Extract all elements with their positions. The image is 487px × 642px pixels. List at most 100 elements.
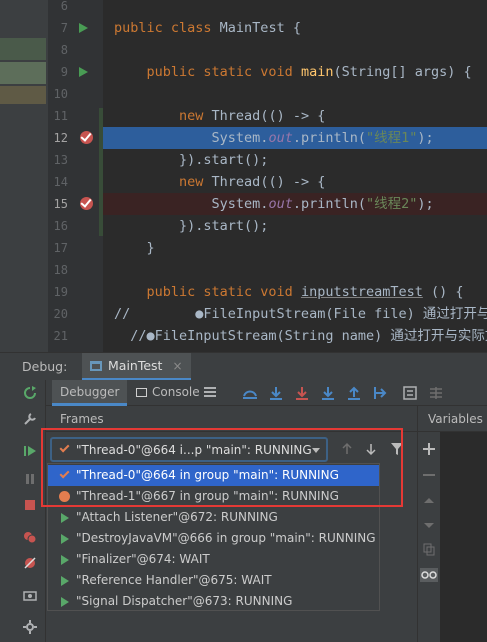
code-line[interactable] xyxy=(103,83,487,105)
breakpoint-icon[interactable] xyxy=(80,197,93,210)
thread-list-item[interactable]: "Signal Dispatcher"@673: RUNNING xyxy=(48,591,379,612)
move-down-icon[interactable] xyxy=(422,518,436,532)
view-breakpoints-icon[interactable] xyxy=(23,530,37,544)
code-token: out xyxy=(268,196,293,212)
thread-label: "Reference Handler"@675: WAIT xyxy=(76,573,272,587)
line-number: 18 xyxy=(53,263,68,277)
line-number: 7 xyxy=(60,21,68,35)
thread-list-item[interactable]: "Attach Listener"@672: RUNNING xyxy=(48,507,379,528)
code-token: ); xyxy=(417,130,434,146)
code-token: .println( xyxy=(292,196,366,212)
thread-run-icon xyxy=(61,513,69,523)
code-editor[interactable]: 6 7 public class MainTest {8 9 public stati… xyxy=(0,0,487,352)
code-line[interactable] xyxy=(103,39,487,61)
add-watch-icon[interactable] xyxy=(422,442,436,456)
code-line[interactable]: new Thread(() -> { xyxy=(103,105,487,127)
variables-title: Variables xyxy=(428,412,483,426)
thread-run-icon xyxy=(61,576,69,586)
settings-icon[interactable] xyxy=(23,620,37,634)
move-up-icon[interactable] xyxy=(422,494,436,508)
code-token: new xyxy=(114,174,212,190)
force-step-into-icon[interactable] xyxy=(320,385,336,401)
debug-session-tab[interactable]: MainTest × xyxy=(82,353,191,381)
thread-run-icon xyxy=(61,555,69,565)
show-execution-point-icon[interactable] xyxy=(242,385,258,401)
thread-run-icon xyxy=(61,534,69,544)
code-line[interactable]: // ●FileInputStream(File file) 通过打开与实 xyxy=(103,303,487,325)
code-token: (String[] args) { xyxy=(333,64,472,80)
breakpoint-icon[interactable] xyxy=(80,131,93,144)
code-line[interactable] xyxy=(103,0,487,17)
step-out-icon[interactable] xyxy=(346,385,362,401)
camera-icon[interactable] xyxy=(23,588,37,602)
resume-icon[interactable] xyxy=(23,444,37,458)
run-to-cursor-icon[interactable] xyxy=(372,385,388,401)
thread-run-icon xyxy=(61,597,69,607)
code-line[interactable]: System.out.println("线程2"); xyxy=(103,193,487,215)
thread-label: "Attach Listener"@672: RUNNING xyxy=(76,510,278,524)
variables-panel xyxy=(417,432,487,642)
code-line[interactable] xyxy=(103,259,487,281)
code-line[interactable]: } xyxy=(103,237,487,259)
code-token: Thread(() -> { xyxy=(211,174,326,190)
remove-watch-icon[interactable] xyxy=(422,468,436,482)
line-number: 12 xyxy=(53,131,68,145)
step-over-icon[interactable] xyxy=(268,385,284,401)
pause-icon[interactable] xyxy=(23,472,37,486)
code-token: new xyxy=(114,108,212,124)
line-number: 6 xyxy=(60,0,68,13)
evaluate-expression-icon[interactable] xyxy=(402,385,418,401)
code-line[interactable]: System.out.println("线程1"); xyxy=(103,127,487,149)
modify-config-icon[interactable] xyxy=(23,412,37,426)
code-line[interactable]: public static void main(String[] args) { xyxy=(103,61,487,83)
trace-icon[interactable] xyxy=(428,385,444,401)
code-token: // ●FileInputStream(File file) 通过打开与实 xyxy=(114,306,487,322)
code-line[interactable]: }).start(); xyxy=(103,215,487,237)
debug-session-title: MainTest xyxy=(108,358,163,373)
code-token: }).start(); xyxy=(114,152,269,168)
code-token: MainTest { xyxy=(219,20,301,36)
run-gutter-icon[interactable] xyxy=(79,67,88,77)
line-number: 19 xyxy=(53,285,68,299)
run-gutter-icon[interactable] xyxy=(79,23,88,33)
code-line[interactable]: }).start(); xyxy=(103,149,487,171)
code-token: public static void xyxy=(114,284,301,300)
line-number: 20 xyxy=(53,307,68,321)
line-number: 9 xyxy=(60,65,68,79)
tab-debugger[interactable]: Debugger xyxy=(52,380,128,406)
thread-list-item[interactable]: "Reference Handler"@675: WAIT xyxy=(48,570,379,591)
code-token: ); xyxy=(417,196,434,212)
code-line[interactable]: public class MainTest { xyxy=(103,17,487,39)
thread-label: "DestroyJavaVM"@666 in group "main": RUN… xyxy=(76,531,376,545)
glasses-icon[interactable] xyxy=(420,568,438,582)
line-number: 11 xyxy=(53,109,68,123)
mute-breakpoints-icon[interactable] xyxy=(23,556,37,570)
tab-console[interactable]: Console xyxy=(132,380,200,406)
code-token: } xyxy=(114,240,155,256)
line-number: 17 xyxy=(53,241,68,255)
tab-console-label: Console xyxy=(152,385,200,399)
line-number: 13 xyxy=(53,153,68,167)
variables-panel-header: Variables xyxy=(417,406,487,432)
close-icon[interactable]: × xyxy=(172,359,182,373)
thread-list-item[interactable]: "DestroyJavaVM"@666 in group "main": RUN… xyxy=(48,528,379,549)
step-into-icon[interactable] xyxy=(294,385,310,401)
thread-list-item[interactable]: "Finalizer"@674: WAIT xyxy=(48,549,379,570)
rerun-icon[interactable] xyxy=(23,386,37,400)
code-token: public class xyxy=(114,20,220,36)
copy-icon[interactable] xyxy=(422,542,436,556)
code-token: inputstreamTest xyxy=(300,284,423,300)
frames-title: Frames xyxy=(60,412,104,426)
stop-icon[interactable] xyxy=(23,498,37,512)
debugger-toolbar: Debugger Console xyxy=(46,380,487,406)
code-token: //●FileInputStream(String name) 通过打开与实际文… xyxy=(114,328,487,344)
code-token: "线程1" xyxy=(365,130,418,146)
debug-label: Debug: xyxy=(22,359,68,374)
code-line[interactable]: //●FileInputStream(String name) 通过打开与实际文… xyxy=(103,325,487,347)
thread-label: "Signal Dispatcher"@673: RUNNING xyxy=(76,594,293,608)
code-line[interactable]: public static void inputstreamTest () { xyxy=(103,281,487,303)
layout-icon[interactable] xyxy=(202,385,218,401)
line-number: 10 xyxy=(53,87,68,101)
code-line[interactable]: new Thread(() -> { xyxy=(103,171,487,193)
line-number: 16 xyxy=(53,219,68,233)
